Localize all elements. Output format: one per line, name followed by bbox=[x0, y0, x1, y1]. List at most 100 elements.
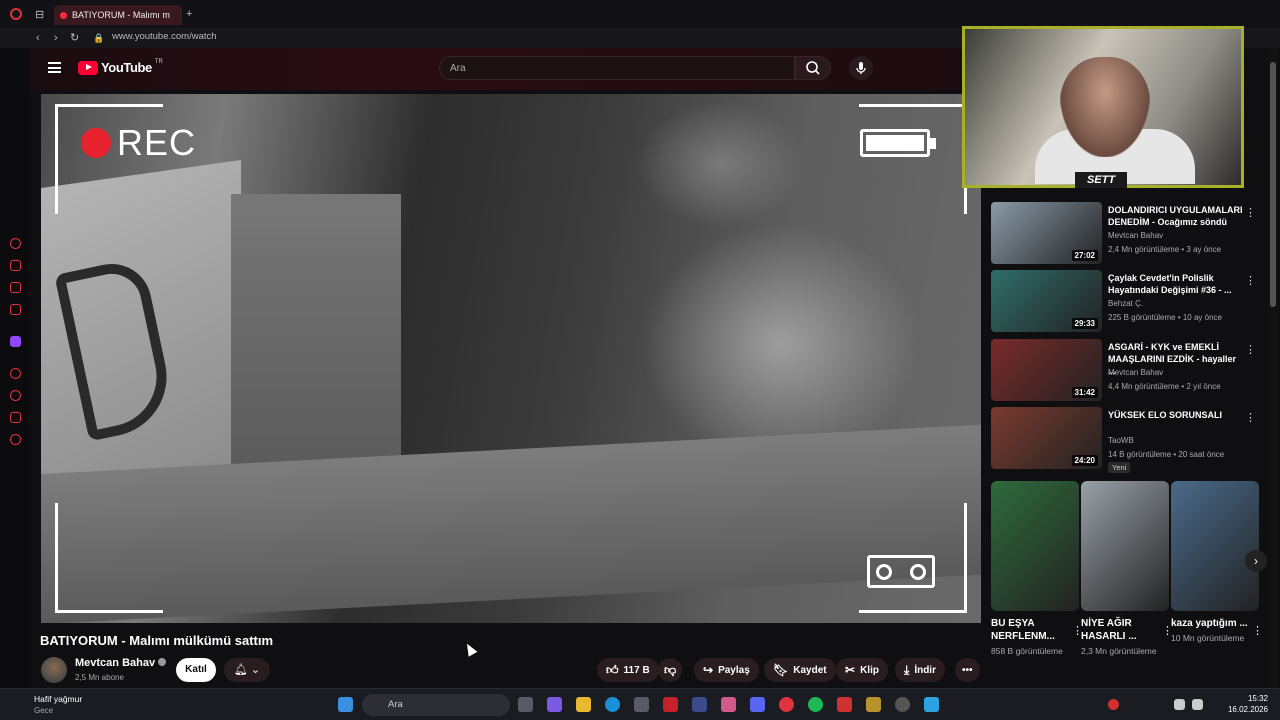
duration-badge: 27:02 bbox=[1071, 250, 1098, 261]
vpn-icon[interactable] bbox=[692, 697, 707, 712]
new-tab-icon[interactable]: + bbox=[186, 8, 192, 20]
video-player[interactable]: REC bbox=[41, 94, 981, 623]
thumb-down-icon: 👎︎ bbox=[664, 662, 677, 677]
taskbar-search[interactable]: Ara bbox=[362, 694, 510, 716]
clock-time: 15:32 bbox=[1247, 694, 1268, 703]
recommendation-item[interactable]: 31:42 ASGARİ - KYK ve EMEKLİ MAAŞLARINI … bbox=[991, 339, 1266, 403]
recommendation-thumbnail[interactable]: 29:33 bbox=[991, 270, 1102, 332]
taskbar-clock[interactable]: 15:32 16.02.2026 bbox=[1220, 693, 1268, 715]
telegram-icon[interactable] bbox=[924, 697, 939, 712]
sidebar-instagram-icon[interactable] bbox=[10, 304, 21, 315]
weather-text[interactable]: Hafif yağmur bbox=[34, 694, 82, 704]
menu-icon[interactable] bbox=[48, 62, 61, 73]
search-icon bbox=[806, 61, 820, 75]
kebab-menu-icon[interactable]: ⋮ bbox=[1245, 343, 1256, 356]
sidebar-aria-icon[interactable] bbox=[10, 238, 21, 249]
app-red-icon[interactable] bbox=[837, 697, 852, 712]
task-view-icon[interactable] bbox=[518, 697, 533, 712]
save-button[interactable]: 🔖︎ Kaydet bbox=[764, 658, 836, 682]
recommendation-title[interactable]: DOLANDIRICI UYGULAMALARI DENEDİM - Ocağı… bbox=[1108, 204, 1243, 228]
discord-icon[interactable] bbox=[750, 697, 765, 712]
youtube-logo[interactable]: YouTube TR bbox=[78, 59, 163, 75]
channel-avatar[interactable] bbox=[41, 657, 67, 683]
recommendation-item[interactable]: 27:02 DOLANDIRICI UYGULAMALARI DENEDİM -… bbox=[991, 202, 1266, 266]
short-item[interactable]: NİYE AĞIR HASARLI ... 2,3 Mn görüntüleme… bbox=[1081, 481, 1173, 656]
league-icon[interactable] bbox=[866, 697, 881, 712]
forward-icon[interactable]: › bbox=[54, 32, 58, 44]
recommendation-title[interactable]: Çaylak Cevdet'in Polislik Hayatındaki De… bbox=[1108, 272, 1243, 296]
kebab-menu-icon[interactable]: ⋮ bbox=[1245, 411, 1256, 424]
dislike-button[interactable]: 👎︎ bbox=[658, 658, 683, 682]
tray-icon[interactable] bbox=[1108, 699, 1119, 710]
shorts-next-button[interactable]: › bbox=[1245, 550, 1267, 572]
join-button[interactable]: Katıl bbox=[176, 658, 216, 682]
sidebar-history-icon[interactable] bbox=[10, 390, 21, 401]
url-field[interactable]: www.youtube.com/watch bbox=[112, 31, 217, 42]
sidebar-settings-icon[interactable] bbox=[10, 434, 21, 445]
more-actions-button[interactable]: ••• bbox=[955, 658, 980, 682]
volume-icon[interactable] bbox=[1192, 699, 1203, 710]
tab-youtube[interactable]: BATIYORUM - Malımı m bbox=[54, 5, 182, 25]
edge-icon[interactable] bbox=[605, 697, 620, 712]
short-thumbnail[interactable] bbox=[1081, 481, 1169, 611]
settings-icon[interactable] bbox=[895, 697, 910, 712]
short-title[interactable]: NİYE AĞIR HASARLI ... bbox=[1081, 617, 1169, 643]
recommendation-thumbnail[interactable]: 31:42 bbox=[991, 339, 1102, 401]
opera-logo-icon[interactable] bbox=[10, 8, 22, 20]
short-thumbnail[interactable] bbox=[1171, 481, 1259, 611]
tab-menu-icon[interactable]: ⊟ bbox=[35, 9, 44, 21]
voice-search-button[interactable] bbox=[849, 56, 873, 80]
network-icon[interactable] bbox=[1174, 699, 1185, 710]
store-icon[interactable] bbox=[634, 697, 649, 712]
sidebar-player-icon[interactable] bbox=[10, 368, 21, 379]
sidebar-messenger-icon[interactable] bbox=[10, 282, 21, 293]
tab-title: BATIYORUM - Malımı m bbox=[72, 10, 170, 20]
sidebar-crypto-icon[interactable] bbox=[10, 260, 21, 271]
cassette-icon bbox=[867, 555, 935, 588]
recommendation-channel[interactable]: Mevtcan Bahav bbox=[1108, 231, 1163, 240]
short-title[interactable]: BU EŞYA NERFLENM... bbox=[991, 617, 1079, 643]
file-explorer-icon[interactable] bbox=[576, 697, 591, 712]
rec-dot-icon bbox=[81, 128, 111, 158]
recommendation-meta: 225 B görüntüleme • 10 ay önce bbox=[1108, 313, 1222, 322]
recommendation-item[interactable]: 29:33 Çaylak Cevdet'in Polislik Hayatınd… bbox=[991, 270, 1266, 334]
recommendation-thumbnail[interactable]: 24:20 bbox=[991, 407, 1102, 469]
short-thumbnail[interactable] bbox=[991, 481, 1079, 611]
back-icon[interactable]: ‹ bbox=[36, 32, 40, 44]
reload-icon[interactable]: ↻ bbox=[70, 32, 79, 44]
kebab-menu-icon[interactable]: ⋮ bbox=[1245, 206, 1256, 219]
mcafee-icon[interactable] bbox=[663, 697, 678, 712]
recommendation-channel[interactable]: TaoWB bbox=[1108, 436, 1134, 445]
search-input[interactable]: Ara bbox=[439, 56, 795, 80]
download-button[interactable]: ⤓ İndir bbox=[895, 658, 945, 682]
clip-button[interactable]: ✂ Klip bbox=[836, 658, 888, 682]
cassette-reel-left bbox=[876, 564, 892, 580]
spotify-icon[interactable] bbox=[808, 697, 823, 712]
recommendation-thumbnail[interactable]: 27:02 bbox=[991, 202, 1102, 264]
channel-name[interactable]: Mevtcan Bahav bbox=[75, 657, 167, 669]
recommendation-item[interactable]: 24:20 YÜKSEK ELO SORUNSALI TaoWB 14 B gö… bbox=[991, 407, 1266, 473]
mouse-cursor-icon bbox=[462, 641, 478, 657]
page-scrollbar[interactable] bbox=[1268, 48, 1278, 688]
scrollbar-thumb[interactable] bbox=[1270, 62, 1276, 307]
search-button[interactable] bbox=[795, 56, 831, 80]
copilot-icon[interactable] bbox=[547, 697, 562, 712]
opera-gx-icon[interactable] bbox=[779, 697, 794, 712]
more-icon: ••• bbox=[962, 664, 973, 676]
kebab-menu-icon[interactable]: ⋮ bbox=[1252, 624, 1263, 637]
subscription-bell-button[interactable]: 🔔︎ ⌄ bbox=[224, 658, 270, 682]
recommendation-channel[interactable]: Behzat Ç. bbox=[1108, 299, 1143, 308]
share-button[interactable]: ↪ Paylaş bbox=[694, 658, 759, 682]
windows-taskbar: Ara bbox=[0, 688, 1280, 720]
recommendation-channel[interactable]: Mevtcan Bahav bbox=[1108, 368, 1163, 377]
short-title[interactable]: kaza yaptığım ... bbox=[1171, 617, 1259, 630]
like-button[interactable]: 👍︎ 117 B bbox=[597, 658, 659, 682]
short-item[interactable]: BU EŞYA NERFLENM... 858 B görüntüleme ⋮ bbox=[991, 481, 1083, 656]
chevron-down-icon: ⌄ bbox=[250, 664, 261, 676]
app-icon[interactable] bbox=[721, 697, 736, 712]
sidebar-twitch-icon[interactable] bbox=[10, 336, 21, 347]
windows-start-icon[interactable] bbox=[338, 697, 353, 712]
sidebar-extensions-icon[interactable] bbox=[10, 412, 21, 423]
recommendation-title[interactable]: YÜKSEK ELO SORUNSALI bbox=[1108, 409, 1243, 421]
kebab-menu-icon[interactable]: ⋮ bbox=[1245, 274, 1256, 287]
